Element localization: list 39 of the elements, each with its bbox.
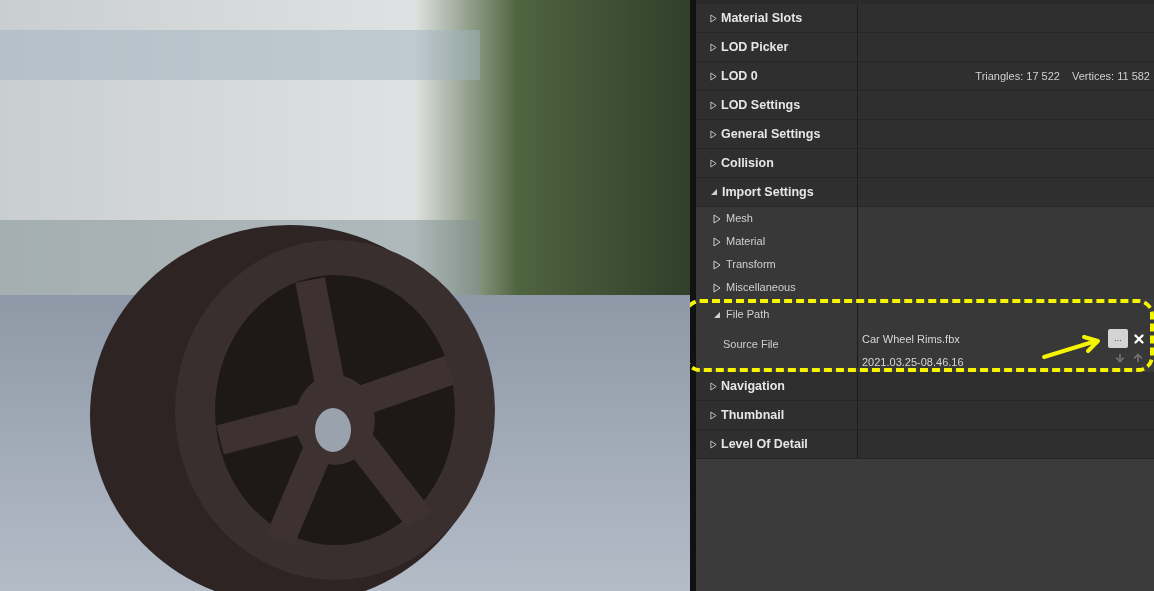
category-label[interactable]: Navigation: [721, 376, 785, 396]
collapsed-triangle-icon[interactable]: [713, 236, 721, 247]
close-icon[interactable]: [1132, 331, 1146, 346]
collapsed-triangle-icon[interactable]: [713, 282, 721, 293]
collapsed-triangle-icon[interactable]: [710, 381, 717, 391]
category-label[interactable]: Material Slots: [721, 8, 803, 28]
arrow-down-icon[interactable]: [1114, 352, 1126, 364]
collapsed-triangle-icon[interactable]: [710, 439, 717, 449]
expanded-triangle-icon[interactable]: [713, 310, 721, 319]
file-timestamp: 2021.03.25-08.46.16: [862, 354, 965, 368]
category-label[interactable]: LOD Settings: [721, 95, 801, 115]
expanded-triangle-icon[interactable]: [710, 188, 718, 196]
group-label[interactable]: Transform: [726, 256, 776, 273]
category-label[interactable]: Thumbnail: [721, 405, 785, 425]
category-label[interactable]: LOD Picker: [721, 37, 789, 57]
collapsed-triangle-icon[interactable]: [713, 259, 721, 270]
category-label[interactable]: General Settings: [721, 124, 821, 144]
collapsed-triangle-icon[interactable]: [710, 71, 717, 81]
collapsed-triangle-icon[interactable]: [710, 129, 717, 139]
mesh-stat: Triangles: 17 522: [975, 68, 1060, 84]
category-label[interactable]: Level Of Detail: [721, 434, 808, 454]
collapsed-triangle-icon[interactable]: [710, 42, 717, 52]
group-label[interactable]: Miscellaneous: [726, 279, 796, 296]
collapsed-triangle-icon[interactable]: [713, 213, 721, 224]
group-label[interactable]: File Path: [726, 306, 770, 323]
arrow-up-icon[interactable]: [1132, 352, 1144, 364]
file-name: Car Wheel Rims.fbx: [862, 332, 961, 347]
collapsed-triangle-icon[interactable]: [710, 13, 717, 23]
category-label[interactable]: Import Settings: [722, 182, 814, 202]
category-label[interactable]: Collision: [721, 153, 774, 173]
browse-button[interactable]: ...: [1108, 329, 1128, 348]
collapsed-triangle-icon[interactable]: [710, 158, 717, 168]
category-label[interactable]: LOD 0: [721, 66, 758, 86]
group-label[interactable]: Mesh: [726, 210, 753, 227]
group-label[interactable]: Material: [726, 233, 766, 250]
mesh-stat: Vertices: 11 582: [1071, 68, 1150, 84]
property-label: Source File: [723, 338, 779, 350]
collapsed-triangle-icon[interactable]: [710, 410, 717, 420]
collapsed-triangle-icon[interactable]: [710, 100, 717, 110]
